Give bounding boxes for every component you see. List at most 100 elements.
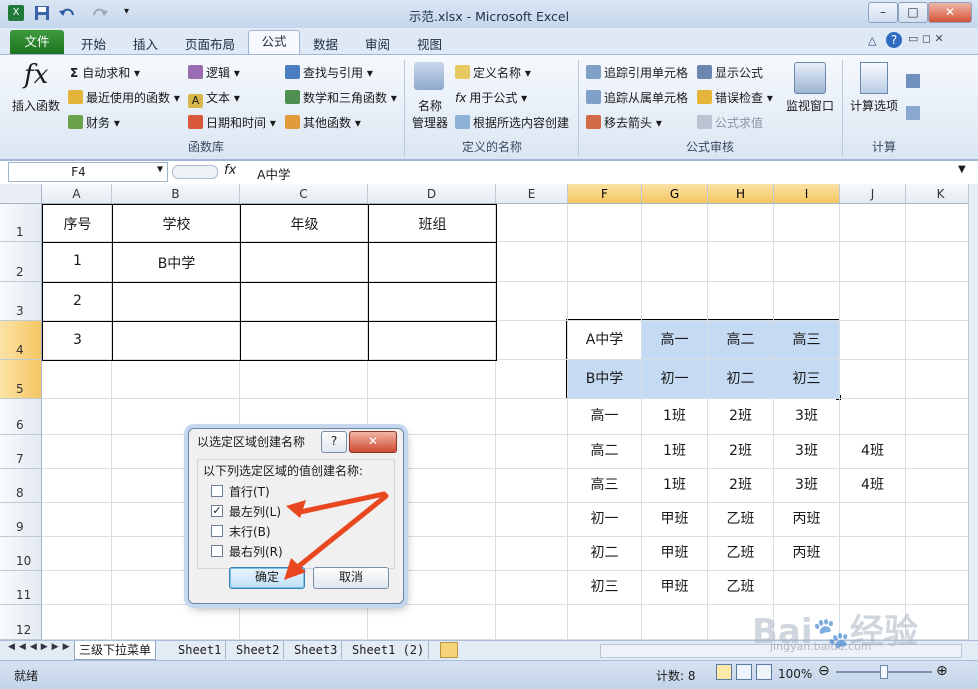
- logical-button[interactable]: 逻辑 ▾: [188, 64, 240, 81]
- create-from-selection-button[interactable]: 根据所选内容创建: [455, 114, 569, 131]
- define-name-button[interactable]: 定义名称 ▾: [455, 64, 531, 81]
- data-cell[interactable]: A中学: [568, 321, 641, 359]
- worksheet-grid[interactable]: A B C D E F G H I J K 1 2 3 4 5 6 7 8 9 10 11 12 序号 学校 年级 班组 1 B中学 2 3…: [0, 184, 968, 640]
- close-button[interactable]: ✕: [928, 2, 972, 23]
- maximize-button[interactable]: □: [898, 2, 928, 23]
- text-button[interactable]: A 文本 ▾: [188, 89, 240, 108]
- row-header-11[interactable]: 11: [0, 571, 42, 605]
- row-header-9[interactable]: 9: [0, 503, 42, 537]
- data-cell[interactable]: 初一: [642, 360, 707, 398]
- page-layout-view-icon[interactable]: [736, 664, 752, 680]
- column-header-h[interactable]: H: [708, 184, 774, 204]
- tab-insert[interactable]: 插入: [133, 34, 158, 53]
- formula-bar-splitter[interactable]: [172, 165, 218, 179]
- show-formulas-button[interactable]: 显示公式: [697, 64, 763, 81]
- data-cell[interactable]: 4班: [840, 469, 905, 502]
- data-cell[interactable]: 高三: [568, 469, 641, 502]
- table-header-cell[interactable]: 序号: [42, 204, 113, 243]
- tab-page-layout[interactable]: 页面布局: [185, 34, 235, 53]
- tab-review[interactable]: 审阅: [365, 34, 390, 53]
- autosum-button[interactable]: Σ 自动求和 ▾: [70, 64, 140, 81]
- option-row[interactable]: ✓ 最左列(L): [211, 503, 371, 519]
- vertical-scrollbar[interactable]: [968, 184, 978, 640]
- select-all-corner[interactable]: [0, 184, 42, 204]
- column-header-g[interactable]: G: [642, 184, 708, 204]
- column-header-k[interactable]: K: [906, 184, 968, 204]
- data-cell[interactable]: 1班: [642, 469, 707, 502]
- table-cell[interactable]: B中学: [112, 242, 241, 283]
- option-label[interactable]: 首行(T): [229, 483, 270, 500]
- sheet-tab-sheet2[interactable]: Sheet2: [232, 641, 285, 659]
- sheet-tab-three-level[interactable]: 三级下拉菜单: [74, 641, 157, 660]
- data-cell[interactable]: [840, 321, 905, 359]
- data-cell[interactable]: 高一: [642, 321, 707, 359]
- table-cell[interactable]: [368, 242, 497, 283]
- lookup-button[interactable]: 查找与引用 ▾: [285, 64, 373, 81]
- checkbox[interactable]: [211, 545, 223, 557]
- data-cell[interactable]: 高二: [708, 321, 773, 359]
- ok-button[interactable]: 确定: [229, 567, 305, 589]
- tab-home[interactable]: 开始: [81, 34, 106, 53]
- watch-window-button[interactable]: 监视窗口: [786, 97, 834, 114]
- data-cell[interactable]: 1班: [642, 435, 707, 468]
- normal-view-icon[interactable]: [716, 664, 732, 680]
- tab-view[interactable]: 视图: [417, 34, 442, 53]
- table-header-cell[interactable]: 班组: [368, 204, 497, 243]
- data-cell[interactable]: 乙班: [708, 503, 773, 536]
- dialog-close-button[interactable]: ✕: [349, 431, 397, 453]
- evaluate-formula-button[interactable]: 公式求值: [697, 114, 763, 131]
- insert-function-fx-icon[interactable]: fx: [224, 163, 236, 178]
- data-cell[interactable]: 3班: [774, 399, 839, 434]
- column-header-e[interactable]: E: [496, 184, 568, 204]
- data-cell[interactable]: [840, 399, 905, 434]
- cancel-button[interactable]: 取消: [313, 567, 389, 589]
- table-cell[interactable]: [240, 282, 369, 322]
- table-cell[interactable]: [240, 321, 369, 361]
- column-header-d[interactable]: D: [368, 184, 496, 204]
- data-cell[interactable]: 初三: [568, 571, 641, 604]
- option-label[interactable]: 末行(B): [229, 523, 271, 540]
- formula-content[interactable]: A中学: [257, 164, 291, 183]
- option-row[interactable]: 末行(B): [211, 523, 371, 539]
- zoom-in-icon[interactable]: ⊕: [936, 663, 948, 679]
- data-cell[interactable]: 2班: [708, 435, 773, 468]
- chevron-down-icon[interactable]: ▼: [157, 164, 163, 175]
- name-manager-label-1[interactable]: 名称: [418, 97, 442, 114]
- row-header-12[interactable]: 12: [0, 605, 42, 640]
- expand-formula-bar-icon[interactable]: ▼: [958, 164, 966, 175]
- table-cell[interactable]: [240, 242, 369, 283]
- math-trig-button[interactable]: 数学和三角函数 ▾: [285, 89, 397, 106]
- data-cell[interactable]: 2班: [708, 469, 773, 502]
- data-cell[interactable]: 1班: [642, 399, 707, 434]
- data-cell[interactable]: 丙班: [774, 537, 839, 570]
- tab-file[interactable]: 文件: [10, 30, 64, 54]
- row-header-6[interactable]: 6: [0, 399, 42, 435]
- trace-dependents-button[interactable]: 追踪从属单元格: [586, 89, 688, 106]
- column-header-b[interactable]: B: [112, 184, 240, 204]
- data-cell[interactable]: 乙班: [708, 537, 773, 570]
- tab-formulas[interactable]: 公式: [248, 30, 300, 55]
- row-header-4[interactable]: 4: [0, 321, 42, 360]
- calculation-options-button[interactable]: 计算选项: [850, 97, 898, 114]
- data-cell[interactable]: 2班: [708, 399, 773, 434]
- row-header-3[interactable]: 3: [0, 282, 42, 321]
- data-cell[interactable]: 甲班: [642, 537, 707, 570]
- option-row[interactable]: 最右列(R): [211, 543, 371, 559]
- data-cell[interactable]: B中学: [568, 360, 641, 398]
- row-header-10[interactable]: 10: [0, 537, 42, 571]
- data-cell[interactable]: 高二: [568, 435, 641, 468]
- zoom-out-icon[interactable]: ⊖: [818, 663, 830, 679]
- data-cell[interactable]: 初二: [568, 537, 641, 570]
- row-header-8[interactable]: 8: [0, 469, 42, 503]
- column-header-c[interactable]: C: [240, 184, 368, 204]
- data-cell[interactable]: [774, 571, 839, 604]
- table-header-cell[interactable]: 学校: [112, 204, 241, 243]
- recent-functions-button[interactable]: 最近使用的函数 ▾: [68, 89, 180, 106]
- table-cell[interactable]: 3: [42, 321, 113, 361]
- data-cell[interactable]: 3班: [774, 469, 839, 502]
- data-cell[interactable]: [840, 571, 905, 604]
- error-checking-button[interactable]: 错误检查 ▾: [697, 89, 773, 106]
- more-functions-button[interactable]: 其他函数 ▾: [285, 114, 361, 131]
- row-header-2[interactable]: 2: [0, 242, 42, 282]
- tab-data[interactable]: 数据: [313, 34, 338, 53]
